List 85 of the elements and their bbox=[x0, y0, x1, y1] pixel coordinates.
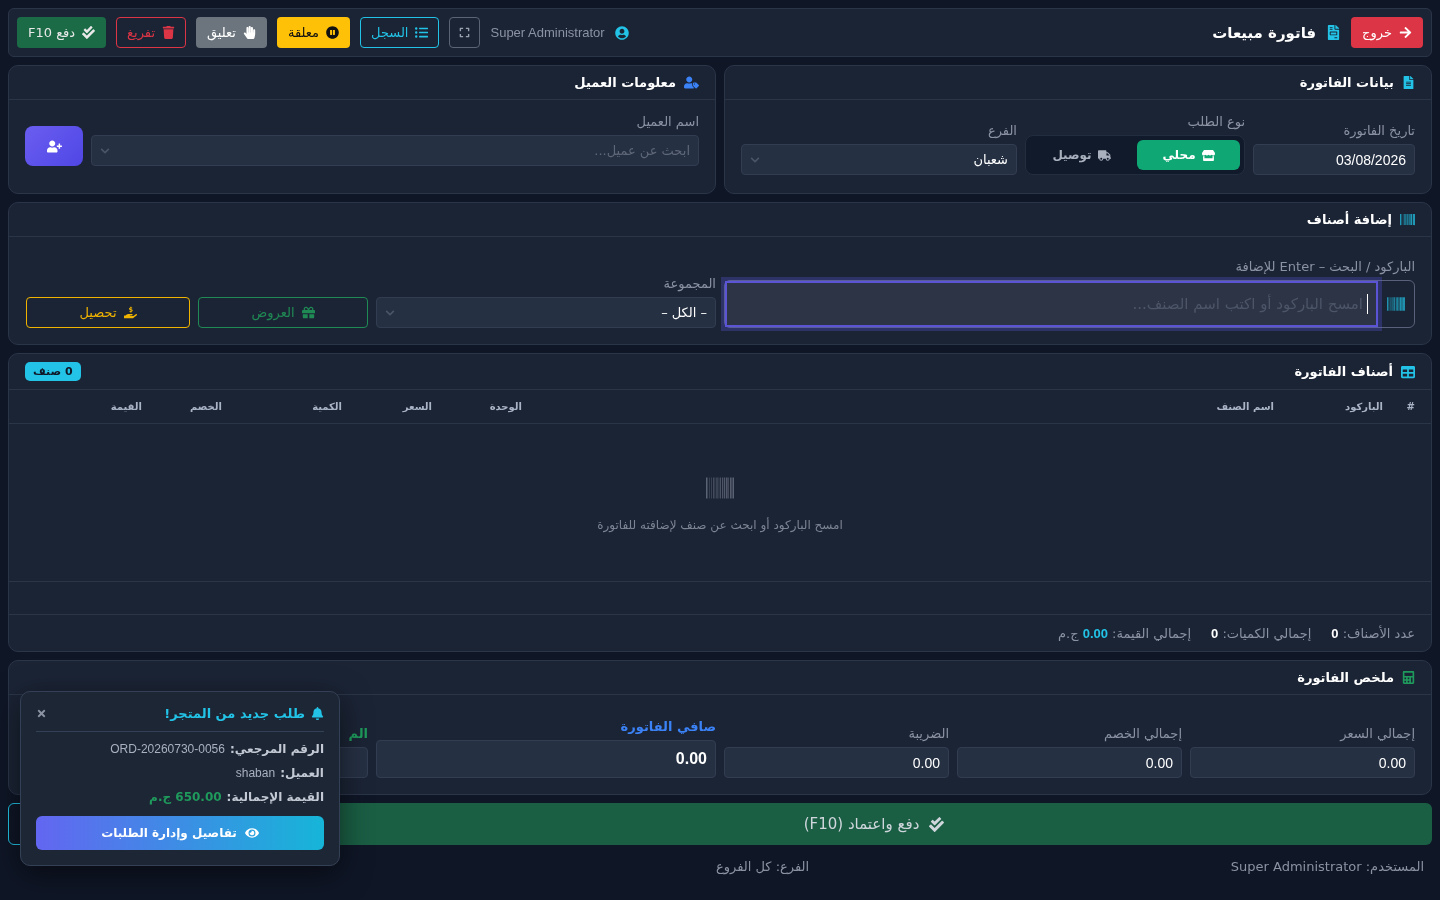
gift-icon bbox=[301, 306, 315, 319]
document-icon bbox=[1402, 76, 1415, 89]
arrow-icon bbox=[1399, 26, 1412, 39]
column-header: الباركود bbox=[1344, 401, 1384, 412]
column-header: الكمية bbox=[311, 401, 343, 412]
detail-value: ORD-20260730-0056 bbox=[110, 742, 225, 756]
trash-icon bbox=[162, 26, 175, 39]
group-select[interactable]: – الكل – bbox=[376, 297, 716, 328]
column-header: الوحدة bbox=[488, 401, 523, 412]
detail-label: القيمة الإجمالية: bbox=[226, 790, 324, 804]
expand-icon bbox=[459, 27, 471, 38]
empty-message: امسح الباركود أو ابحث عن صنف لإضافته للفاتورة bbox=[597, 517, 843, 532]
field-label: الباركود / البحث – Enter للإضافة bbox=[1234, 259, 1415, 274]
pause-icon bbox=[326, 26, 340, 39]
chevron-icon bbox=[385, 307, 395, 318]
toolbar-button[interactable]: معلقة bbox=[276, 17, 351, 48]
user-name: Super Administrator bbox=[490, 25, 605, 40]
hand-icon bbox=[242, 26, 256, 39]
add-customer-button[interactable] bbox=[25, 126, 83, 166]
close-button[interactable] bbox=[36, 708, 47, 719]
exit-button[interactable]: خروج bbox=[1351, 17, 1423, 48]
double-check-icon bbox=[82, 26, 96, 39]
bell-icon bbox=[311, 707, 324, 720]
truck-icon bbox=[1097, 148, 1111, 162]
store-icon bbox=[1201, 148, 1215, 162]
detail-label: الرقم المرجعي: bbox=[229, 742, 324, 756]
date-field[interactable]: 03/08/2026 bbox=[1253, 144, 1415, 175]
double-check-icon bbox=[929, 816, 945, 832]
field-label: نوع الطلب bbox=[1186, 114, 1245, 129]
column-header: السعر bbox=[401, 401, 433, 412]
barcode-icon bbox=[1400, 212, 1415, 227]
toolbar-button[interactable]: السجل bbox=[360, 17, 440, 48]
column-header: الخصم bbox=[188, 401, 223, 412]
eye-icon bbox=[244, 826, 259, 840]
column-header: القيمة bbox=[109, 401, 143, 412]
field-label: اسم العميل bbox=[635, 114, 699, 129]
calculator-icon bbox=[1402, 671, 1415, 684]
table-icon bbox=[1401, 364, 1415, 379]
notification-title: طلب جديد من المتجر! bbox=[164, 706, 305, 721]
branch-select[interactable]: شعبان bbox=[741, 144, 1017, 175]
close-icon bbox=[36, 708, 47, 719]
chevron-icon bbox=[100, 145, 110, 156]
field-label: الفرع bbox=[986, 123, 1017, 138]
collect-button[interactable]: تحصيل bbox=[26, 297, 190, 328]
field-label: الضريبة bbox=[907, 726, 949, 741]
column-header: # bbox=[1405, 401, 1416, 412]
hand-money-icon bbox=[123, 306, 137, 319]
field-label: إجمالي الخصم bbox=[1103, 726, 1182, 741]
footer-branch: الفرع: كل الفروع bbox=[716, 859, 810, 874]
amount-value: 0.00 bbox=[1145, 754, 1173, 771]
toolbar-button[interactable]: تعليق bbox=[196, 17, 267, 48]
count-badge: 0 صنف bbox=[25, 362, 81, 381]
column-header: اسم الصنف bbox=[1215, 401, 1275, 412]
panel-title: إضافة أصناف bbox=[1306, 212, 1392, 227]
amount-value: 0.00 bbox=[912, 754, 940, 771]
toolbar-button[interactable]: دفع F10 bbox=[17, 17, 107, 48]
field-label: إجمالي السعر bbox=[1338, 726, 1415, 741]
barcode-icon bbox=[1387, 295, 1405, 313]
fullscreen-button[interactable] bbox=[449, 17, 481, 48]
list-icon bbox=[415, 26, 429, 39]
field-label: الم bbox=[347, 726, 368, 741]
field-label: صافي الفاتورة bbox=[619, 719, 716, 734]
user-icon bbox=[614, 25, 629, 40]
chevron-icon bbox=[750, 154, 760, 165]
field-label: المجموعة bbox=[662, 276, 716, 291]
order-details-button[interactable]: تفاصيل وإدارة الطلبات bbox=[36, 816, 324, 850]
field-label: تاريخ الفاتورة bbox=[1342, 123, 1415, 138]
order-type-option[interactable]: محلي bbox=[1137, 140, 1240, 170]
panel-title: أصناف الفاتورة bbox=[1294, 364, 1393, 379]
offers-button[interactable]: العروض bbox=[198, 297, 368, 328]
user-plus-icon bbox=[46, 138, 62, 154]
panel-title: بيانات الفاتورة bbox=[1299, 75, 1394, 90]
detail-label: العميل: bbox=[280, 766, 324, 780]
panel-title: معلومات العميل bbox=[574, 75, 676, 90]
footer-user: المستخدم: Super Administrator bbox=[1230, 859, 1424, 874]
panel-title: ملخص الفاتورة bbox=[1297, 670, 1394, 685]
document-icon bbox=[1326, 25, 1342, 40]
toolbar-button[interactable]: تفريغ bbox=[116, 17, 186, 48]
amount-value: 0.00 bbox=[675, 750, 707, 768]
detail-value: shaban bbox=[235, 766, 276, 780]
amount-value: 0.00 bbox=[1378, 754, 1406, 771]
user-tag-icon bbox=[684, 75, 699, 90]
detail-value: 650.00 ج.م bbox=[149, 790, 222, 804]
order-type-option[interactable]: توصيل bbox=[1030, 140, 1133, 170]
page-title: فاتورة مبيعات bbox=[1212, 23, 1317, 42]
